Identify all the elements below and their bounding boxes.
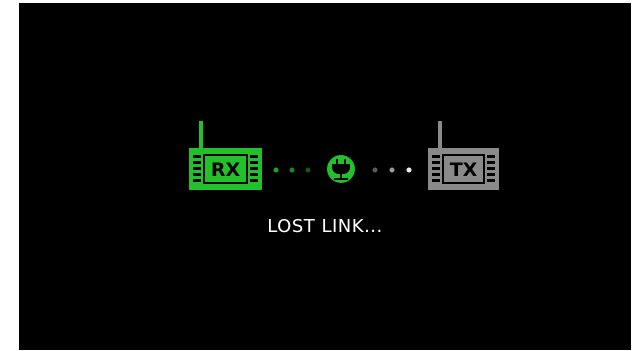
receiver-icon: RX [189,121,262,190]
link-dot [389,167,395,173]
page: RX TX LOST LINK... [0,0,637,351]
link-dot [406,167,412,173]
link-dot [273,167,279,173]
link-status-graphic: RX TX [189,121,499,190]
status-message: LOST LINK... [267,216,383,237]
plug-icon [327,155,355,183]
link-dot [289,167,295,173]
link-dot [372,167,378,173]
receiver-label: RX [211,159,241,181]
lost-link-screen: RX TX LOST LINK... [19,3,631,350]
transmitter-label: TX [450,159,478,181]
link-dot [305,167,311,173]
transmitter-icon: TX [428,121,499,190]
